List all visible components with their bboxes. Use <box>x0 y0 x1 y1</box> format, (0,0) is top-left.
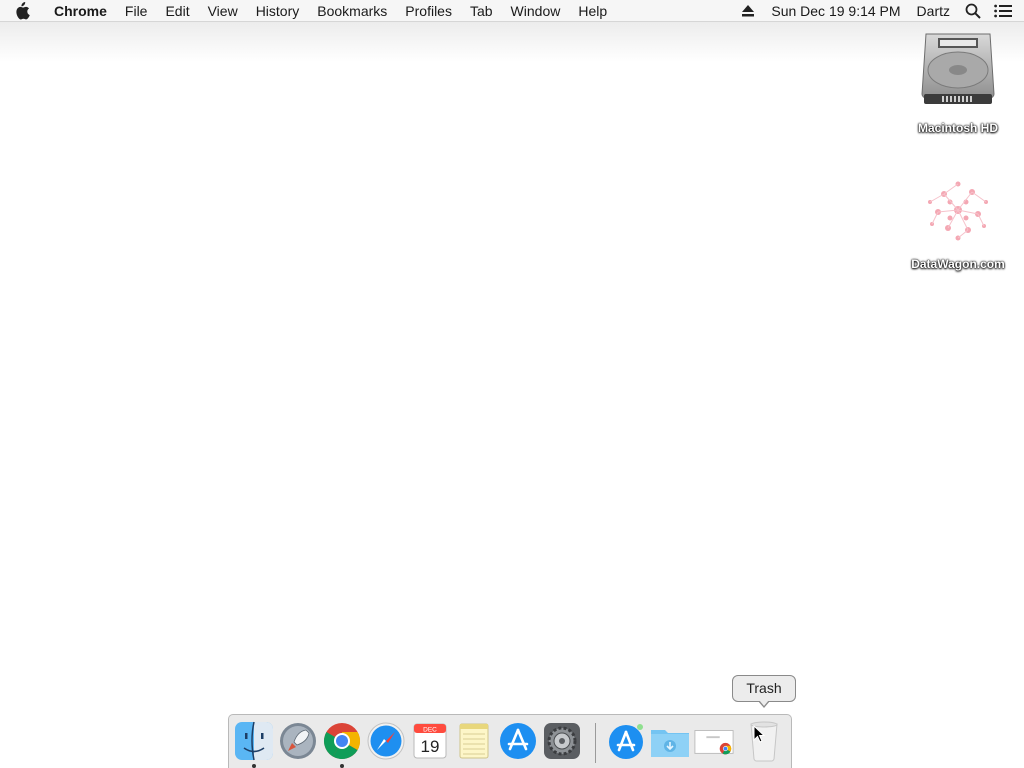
chrome-icon <box>323 723 361 760</box>
desktop-icon-datawagon[interactable]: DataWagon.com <box>903 172 1013 271</box>
chrome-document-icon <box>694 730 734 755</box>
finder-icon <box>235 721 273 761</box>
launchpad-icon <box>280 723 316 759</box>
dock-launchpad[interactable] <box>277 720 319 762</box>
apple-menu-icon[interactable] <box>0 0 44 22</box>
menu-bookmarks[interactable]: Bookmarks <box>308 0 396 22</box>
clock[interactable]: Sun Dec 19 9:14 PM <box>763 0 908 22</box>
eject-icon[interactable] <box>733 0 763 22</box>
user-name[interactable]: Dartz <box>909 0 958 22</box>
dock-tooltip: Trash <box>732 675 796 708</box>
dock-separator <box>595 723 596 763</box>
app-store-icon <box>500 723 536 759</box>
menu-window[interactable]: Window <box>502 0 570 22</box>
spotlight-search-icon[interactable] <box>958 0 988 22</box>
calendar-day: 19 <box>421 737 440 756</box>
dock-safari[interactable] <box>365 720 407 762</box>
menu-edit[interactable]: Edit <box>156 0 198 22</box>
calendar-month: DEC <box>423 727 437 734</box>
menu-app-name[interactable]: Chrome <box>44 0 116 22</box>
downloads-folder-icon <box>651 730 689 757</box>
dock-system-preferences[interactable] <box>541 720 583 762</box>
dock-downloads[interactable] <box>649 720 691 762</box>
desktop-icon-macintosh-hd[interactable]: Macintosh HD <box>903 30 1013 135</box>
dock-chrome-document[interactable] <box>693 720 735 762</box>
menu-file[interactable]: File <box>116 0 157 22</box>
dock-calendar[interactable]: DEC 19 <box>409 720 451 762</box>
running-indicator <box>340 764 344 768</box>
menu-history[interactable]: History <box>247 0 309 22</box>
menu-tab[interactable]: Tab <box>461 0 502 22</box>
menu-profiles[interactable]: Profiles <box>396 0 461 22</box>
menu-help[interactable]: Help <box>569 0 616 22</box>
menu-bar: Chrome File Edit View History Bookmarks … <box>0 0 1024 22</box>
menu-extras: Sun Dec 19 9:14 PM Dartz <box>733 0 1024 22</box>
notes-icon <box>459 723 489 759</box>
running-indicator <box>252 764 256 768</box>
applications-stack-icon <box>609 724 643 759</box>
mouse-pointer-icon <box>753 724 766 748</box>
menu-view[interactable]: View <box>199 0 247 22</box>
hard-drive-icon <box>921 33 995 104</box>
safari-icon <box>367 722 405 760</box>
datawagon-icon <box>928 181 988 241</box>
desktop-icon-label: DataWagon.com <box>911 257 1005 271</box>
notification-center-icon[interactable] <box>988 0 1018 22</box>
dock: DEC 19 <box>228 714 792 768</box>
dock-app-store[interactable] <box>497 720 539 762</box>
dock-applications[interactable] <box>605 720 647 762</box>
dock-finder[interactable] <box>233 720 275 762</box>
menu-bar-shadow <box>0 22 1024 62</box>
dock-chrome[interactable] <box>321 720 363 762</box>
desktop-icon-label: Macintosh HD <box>917 121 998 135</box>
calendar-icon: DEC 19 <box>413 723 447 759</box>
dock-notes[interactable] <box>453 720 495 762</box>
system-preferences-icon <box>544 723 580 759</box>
